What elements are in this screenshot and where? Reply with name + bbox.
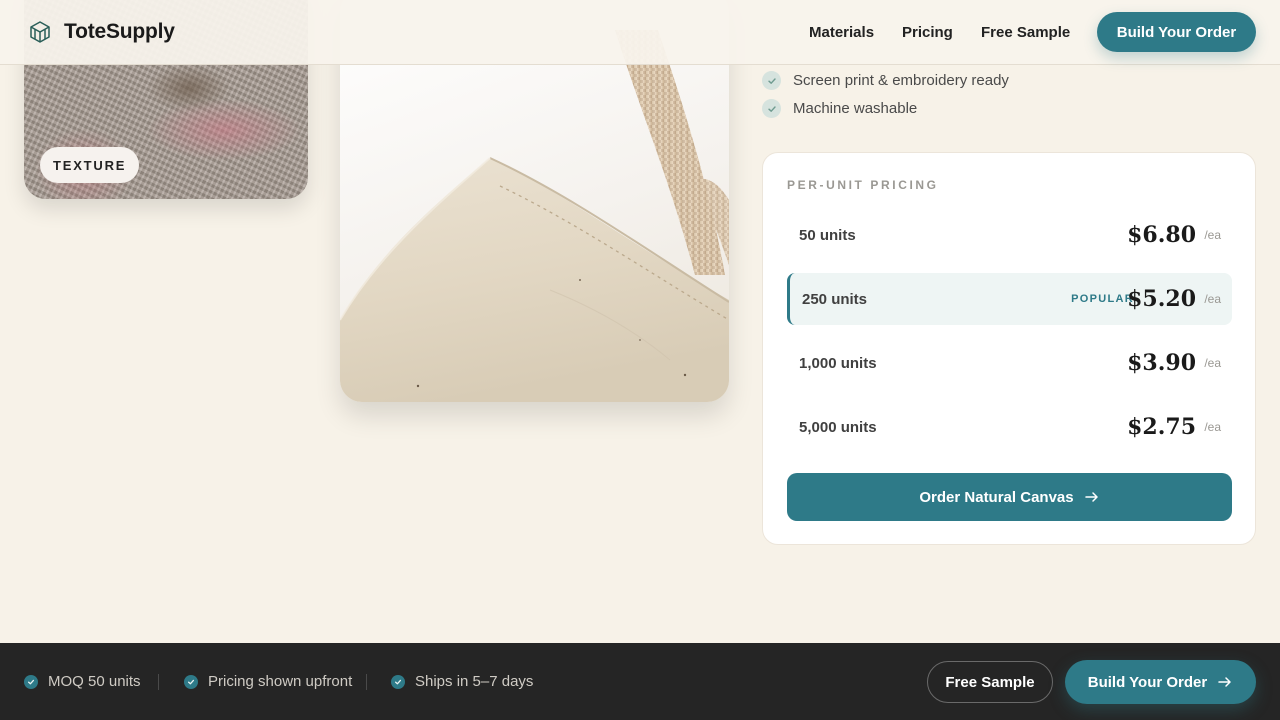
tier-quantity: 1,000 units (799, 354, 877, 372)
trust-moq: MOQ 50 units (24, 643, 141, 720)
feature-print-ready: Screen print & embroidery ready (762, 71, 1009, 90)
box-logo-icon (30, 21, 50, 43)
arrow-right-icon (1084, 492, 1098, 502)
texture-badge: TEXTURE (40, 147, 140, 183)
tier-quantity: 5,000 units (799, 418, 877, 436)
trust-pricing-upfront: Pricing shown upfront (184, 643, 352, 720)
order-natural-canvas-button[interactable]: Order Natural Canvas (787, 473, 1232, 521)
check-icon (24, 674, 38, 689)
tier-price: $2.75 (1127, 414, 1196, 440)
order-button-label: Order Natural Canvas (919, 488, 1074, 506)
feature-washable: Machine washable (762, 99, 917, 118)
tier-unit: /ea (1204, 228, 1221, 242)
tier-price: $3.90 (1127, 350, 1196, 376)
nav-free-sample[interactable]: Free Sample (981, 0, 1070, 64)
tier-quantity: 50 units (799, 226, 856, 244)
tier-price: $5.20 (1127, 286, 1196, 312)
sticky-order-bar: MOQ 50 units Pricing shown upfront Ships… (0, 643, 1280, 720)
check-icon (762, 99, 781, 118)
pricing-card: PER-UNIT PRICING 50 units $6.80 /ea 250 … (762, 152, 1256, 545)
brand-logo[interactable]: ToteSupply (28, 20, 175, 44)
check-icon (184, 674, 198, 689)
trust-label: Ships in 5–7 days (415, 673, 534, 690)
site-header: ToteSupply Materials Pricing Free Sample… (0, 0, 1280, 65)
check-icon (762, 71, 781, 90)
free-sample-button[interactable]: Free Sample (927, 661, 1053, 703)
build-order-button[interactable]: Build Your Order (1065, 660, 1256, 704)
nav-materials[interactable]: Materials (809, 0, 874, 64)
brand-name: ToteSupply (64, 20, 175, 43)
trust-label: MOQ 50 units (48, 673, 141, 690)
check-icon (391, 674, 405, 689)
tier-unit: /ea (1204, 292, 1221, 306)
popular-badge: POPULAR (1071, 293, 1134, 305)
header-build-order-button[interactable]: Build Your Order (1097, 12, 1256, 52)
feature-label: Machine washable (793, 100, 918, 117)
tier-250-units[interactable]: 250 units POPULAR $5.20 /ea (787, 273, 1232, 325)
tier-unit: /ea (1204, 356, 1221, 370)
tier-price: $6.80 (1127, 222, 1196, 248)
tier-unit: /ea (1204, 420, 1221, 434)
pricing-title: PER-UNIT PRICING (787, 178, 939, 192)
trust-shipping: Ships in 5–7 days (391, 643, 533, 720)
nav-pricing[interactable]: Pricing (902, 0, 953, 64)
arrow-right-icon (1218, 677, 1231, 687)
tier-50-units[interactable]: 50 units $6.80 /ea (787, 209, 1232, 261)
tier-1000-units[interactable]: 1,000 units $3.90 /ea (787, 337, 1232, 389)
divider (366, 674, 367, 690)
feature-label: Screen print & embroidery ready (793, 72, 1009, 89)
trust-label: Pricing shown upfront (208, 673, 353, 690)
tier-quantity: 250 units (802, 290, 868, 308)
tier-5000-units[interactable]: 5,000 units $2.75 /ea (787, 401, 1232, 453)
build-order-label: Build Your Order (1087, 673, 1208, 691)
divider (158, 674, 159, 690)
